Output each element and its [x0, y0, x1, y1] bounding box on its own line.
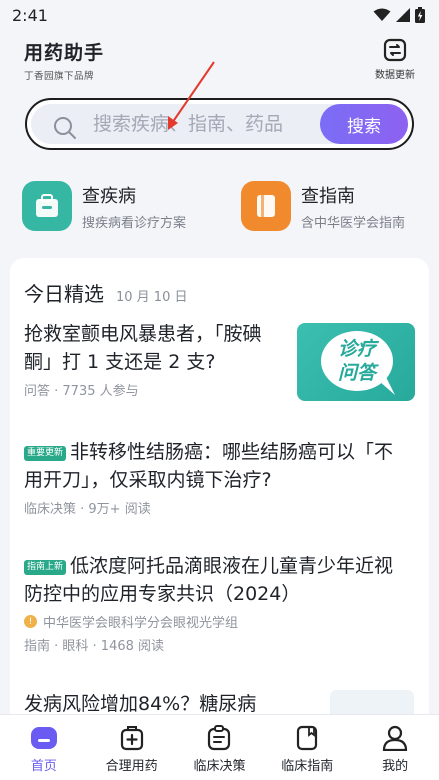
- bottom-navigation: 首页 合理用药 临床决策 临床指南 我的: [0, 714, 439, 780]
- book-icon: [241, 181, 291, 231]
- nav-rational-drug-use-label: 合理用药: [105, 759, 158, 774]
- article-thumbnail[interactable]: 诊疗问答: [297, 323, 415, 401]
- search-button[interactable]: 搜索: [320, 104, 408, 144]
- nav-clinical-decision-label: 临床决策: [193, 759, 246, 774]
- article-title: 抢救室颤电风暴患者，「胺碘酮」打 1 支还是 2 支?: [24, 323, 262, 373]
- nav-home-label: 首页: [30, 759, 57, 774]
- new-guide-badge: 指南上新: [24, 560, 67, 575]
- nav-profile[interactable]: 我的: [355, 725, 435, 774]
- article-item[interactable]: 重要更新 非转移性结肠癌：哪些结肠癌可以「不用开刀」，仅采取内镜下治疗? 临床决策…: [24, 438, 404, 517]
- nav-clinical-guide[interactable]: 临床指南: [267, 725, 347, 774]
- update-badge: 重要更新: [24, 446, 67, 461]
- search-box: 搜索: [25, 98, 414, 150]
- brand-subtitle: 丁香园旗下品牌: [24, 71, 95, 82]
- guide-book-icon: [297, 725, 318, 751]
- data-update-button[interactable]: 数据更新: [373, 38, 417, 81]
- nav-home[interactable]: 首页: [4, 725, 84, 774]
- quick-entry-guide[interactable]: 查指南 含中华医学会指南: [241, 180, 405, 232]
- medicine-box-icon: [120, 726, 143, 751]
- wifi-icon: [373, 8, 391, 21]
- brand-title: 用药助手: [24, 42, 105, 64]
- nav-rational-drug-use[interactable]: 合理用药: [92, 725, 172, 774]
- quick-entry-disease[interactable]: 查疾病 搜疾病看诊疗方案: [22, 180, 186, 232]
- article-meta: 指南 · 眼科 · 1468 阅读: [24, 639, 165, 654]
- data-update-label: 数据更新: [375, 70, 415, 81]
- quick-entry-guide-desc: 含中华医学会指南: [301, 215, 406, 231]
- card-title: 今日精选: [24, 282, 104, 306]
- thumbnail-text: 诊疗问答: [337, 338, 376, 384]
- article-meta: 临床决策 · 9万+ 阅读: [24, 502, 151, 517]
- signal-icon: [396, 8, 410, 22]
- status-icons: [373, 7, 425, 23]
- quick-entry-disease-desc: 搜疾病看诊疗方案: [82, 215, 187, 231]
- article-item[interactable]: 抢救室颤电风暴患者，「胺碘酮」打 1 支还是 2 支? 问答 · 7735 人参…: [24, 320, 286, 399]
- battery-icon: [415, 7, 425, 23]
- brand-logo: 用药助手 丁香园旗下品牌: [24, 38, 104, 82]
- clipboard-icon: [208, 725, 231, 751]
- article-source-name: 中华医学会眼科学分会眼视光学组: [43, 616, 239, 631]
- nav-clinical-guide-label: 临床指南: [281, 759, 334, 774]
- red-arrow-annotation: [168, 61, 215, 130]
- source-logo-icon: !: [24, 615, 37, 628]
- article-source: ! 中华医学会眼科学分会眼视光学组: [24, 612, 404, 631]
- search-field-wrapper: 搜索: [31, 104, 408, 144]
- sync-icon: [383, 38, 407, 62]
- medical-kit-icon: [22, 181, 72, 231]
- nav-clinical-decision[interactable]: 临床决策: [179, 725, 259, 774]
- nav-profile-label: 我的: [382, 759, 409, 774]
- article-title: 低浓度阿托品滴眼液在儿童青少年近视防控中的应用专家共识（2024）: [24, 555, 394, 605]
- article-item[interactable]: 指南上新 低浓度阿托品滴眼液在儿童青少年近视防控中的应用专家共识（2024） ! …: [24, 552, 404, 654]
- daily-picks-card: 今日精选 10 月 10 日 抢救室颤电风暴患者，「胺碘酮」打 1 支还是 2 …: [10, 258, 429, 728]
- card-date: 10 月 10 日: [116, 290, 188, 305]
- user-icon: [382, 725, 408, 751]
- status-time: 2:41: [12, 5, 48, 25]
- quick-entry-guide-title: 查指南: [301, 185, 355, 207]
- card-header: 今日精选 10 月 10 日: [24, 278, 187, 307]
- article-title: 非转移性结肠癌：哪些结肠癌可以「不用开刀」，仅采取内镜下治疗?: [24, 441, 394, 491]
- search-icon: [54, 117, 76, 139]
- app-header: 用药助手 丁香园旗下品牌 数据更新: [0, 30, 439, 92]
- home-icon: [30, 727, 57, 749]
- article-meta: 问答 · 7735 人参与: [24, 384, 139, 399]
- quick-entry-disease-title: 查疾病: [82, 185, 136, 207]
- status-bar: 2:41: [0, 0, 439, 30]
